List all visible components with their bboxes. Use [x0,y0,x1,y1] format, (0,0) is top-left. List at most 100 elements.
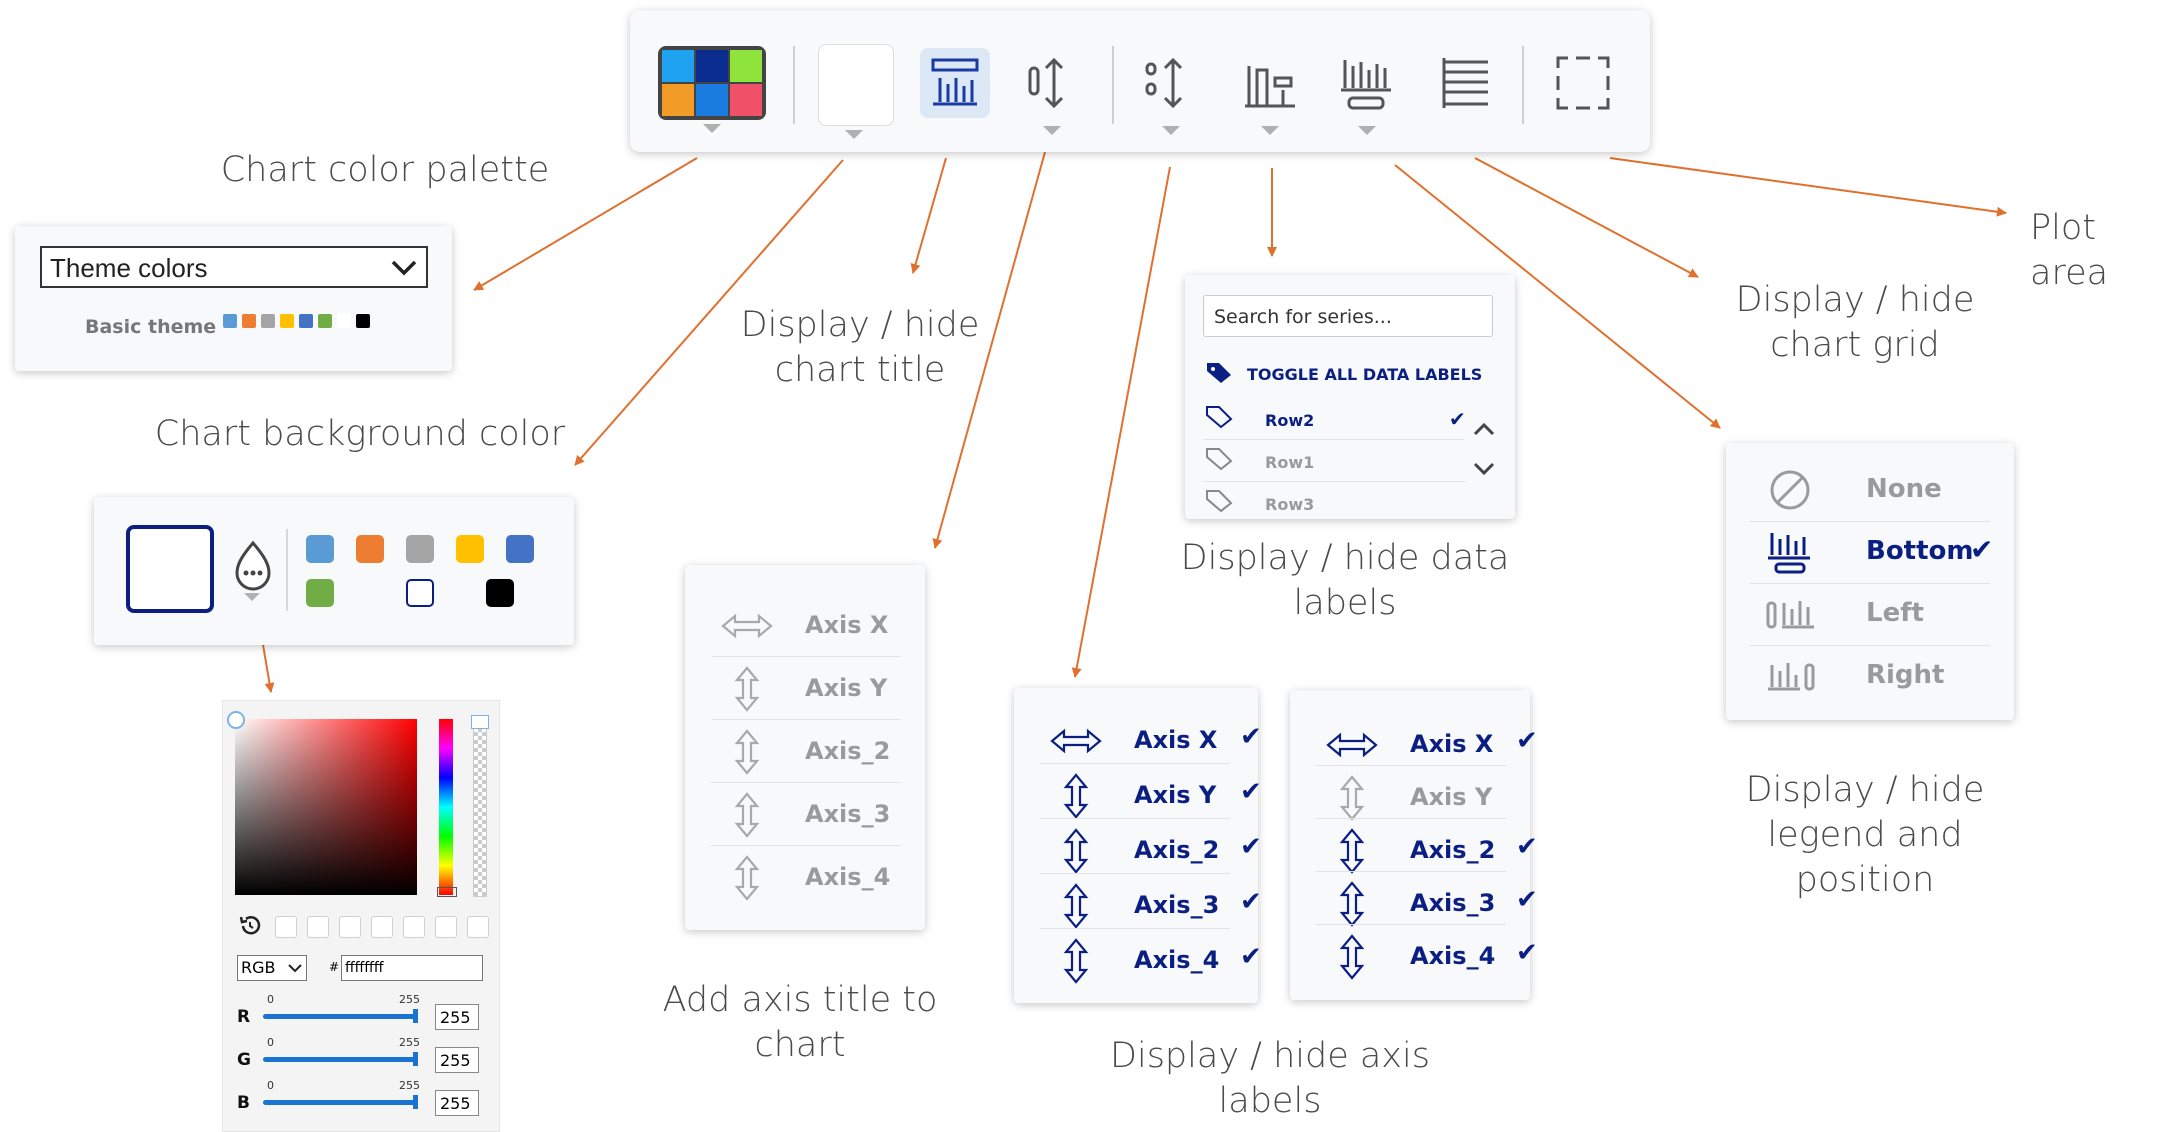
history-swatch[interactable] [467,916,489,938]
alpha-handle[interactable] [471,715,489,729]
palette-button[interactable] [658,46,766,120]
history-swatch[interactable] [275,916,297,938]
color-swatch[interactable] [337,314,351,328]
vertical-arrow-icon [1339,828,1365,874]
checkmark-icon: ✔ [1240,722,1262,752]
chevron-down-icon[interactable] [703,124,721,133]
color-swatch[interactable] [486,579,514,607]
saturation-handle[interactable] [227,711,245,729]
chevron-down-icon[interactable] [1358,126,1376,135]
g-input[interactable]: 255 [435,1047,479,1073]
color-swatch[interactable] [406,535,434,563]
chevron-down-icon[interactable] [1043,126,1061,135]
axis-menu-item[interactable]: Axis_4 ✔ [1040,930,1262,992]
color-swatch[interactable] [261,314,275,328]
color-swatch[interactable] [356,535,384,563]
theme-select[interactable]: Theme colors [40,246,428,288]
axis-title-button[interactable] [1018,48,1088,118]
axis-menu-item[interactable]: Axis_4 [711,847,901,909]
eyedropper-icon[interactable] [231,539,275,597]
menu-divider [1040,763,1230,764]
vertical-arrow-icon [734,855,760,901]
g-slider-handle[interactable] [413,1052,418,1066]
chevron-down-icon[interactable] [845,130,863,139]
data-labels-button[interactable] [1235,48,1305,118]
plot-area-button[interactable] [1548,48,1618,118]
checkmark-icon: ✔ [1970,533,1994,566]
history-swatch[interactable] [339,916,361,938]
tag-icon [1206,448,1233,471]
legend-menu-item[interactable]: None [1750,461,1990,519]
grid-icon [1442,58,1488,108]
chart-title-button[interactable] [920,48,990,118]
color-swatch[interactable] [223,314,237,328]
saturation-field[interactable] [235,719,417,895]
color-swatch[interactable] [318,314,332,328]
series-row[interactable]: Row1 [1203,441,1465,481]
axis-menu-item[interactable]: Axis_2 [711,721,901,783]
chevron-down-icon [391,260,417,276]
axis-menu-item[interactable]: Axis_4 ✔ [1316,926,1538,988]
history-swatch[interactable] [371,916,393,938]
history-swatch[interactable] [307,916,329,938]
r-slider-handle[interactable] [413,1009,418,1023]
axis-menu-label: Axis Y [805,674,888,702]
b-slider-handle[interactable] [413,1095,418,1109]
series-row[interactable]: Row3 [1203,483,1465,519]
axis-menu-item[interactable]: Axis X [711,595,901,657]
mode-select-value: RGB [241,958,276,977]
mode-select[interactable]: RGB [237,955,307,981]
legend-menu-item[interactable]: Bottom ✔ [1750,523,1994,581]
chevron-down-icon[interactable] [244,593,260,601]
r-input[interactable]: 255 [435,1004,479,1030]
alpha-slider[interactable] [473,719,487,897]
caption-axis-labels: Display / hide axis labels [1110,1036,1430,1121]
color-swatch[interactable] [280,314,294,328]
series-search-input[interactable]: Search for series... [1203,295,1493,337]
checkmark-icon: ✔ [1516,832,1538,862]
legend-menu-item[interactable]: Left [1750,585,1990,643]
color-swatch[interactable] [242,314,256,328]
chevron-up-icon[interactable] [1473,421,1495,437]
history-swatch[interactable] [435,916,457,938]
legend-icon [1341,60,1391,110]
g-slider[interactable] [263,1057,417,1062]
axis-menu-label: Axis_3 [1134,891,1220,919]
axis-labels-menu: Axis X ✔ Axis Y Axis_2 ✔ Axis_3 ✔ Axis_4 ✔ [1290,690,1538,1000]
chevron-down-icon[interactable] [1162,126,1180,135]
color-swatch[interactable] [299,314,313,328]
color-swatch[interactable] [406,579,434,607]
color-swatch[interactable] [306,579,334,607]
hue-slider[interactable] [439,719,453,895]
series-row[interactable]: Row2 ✔ [1203,399,1466,439]
color-swatch[interactable] [306,535,334,563]
hex-input[interactable]: ffffffff [341,955,483,981]
axis-menu-label: Axis_4 [805,863,891,891]
checkmark-icon: ✔ [1240,887,1262,917]
legend-menu-item[interactable]: Right [1750,647,1990,705]
menu-divider [711,782,901,783]
axis-menu-item[interactable]: Axis Y [711,658,901,720]
b-slider[interactable] [263,1100,417,1105]
chevron-down-icon[interactable] [1261,126,1279,135]
axis-labels-button[interactable] [1135,48,1205,118]
history-swatch[interactable] [403,916,425,938]
hue-handle[interactable] [437,887,457,897]
b-input[interactable]: 255 [435,1090,479,1116]
data-labels-icon [1245,66,1295,108]
checkmark-icon: ✔ [1516,938,1538,968]
color-swatch[interactable] [356,314,370,328]
menu-divider [1316,871,1506,872]
color-swatch[interactable] [506,535,534,563]
background-color-button[interactable] [818,44,894,126]
legend-button[interactable] [1333,48,1403,118]
chevron-down-icon[interactable] [1473,461,1495,477]
arrow-plot-area [1609,157,2007,217]
r-min: 0 [267,993,274,1006]
grid-button[interactable] [1430,48,1500,118]
r-slider[interactable] [263,1014,417,1019]
color-swatch[interactable] [456,535,484,563]
toggle-all-data-labels[interactable]: TOGGLE ALL DATA LABELS [1203,361,1493,391]
axis-menu-item[interactable]: Axis_3 [711,784,901,846]
selected-color-box[interactable] [126,525,214,613]
